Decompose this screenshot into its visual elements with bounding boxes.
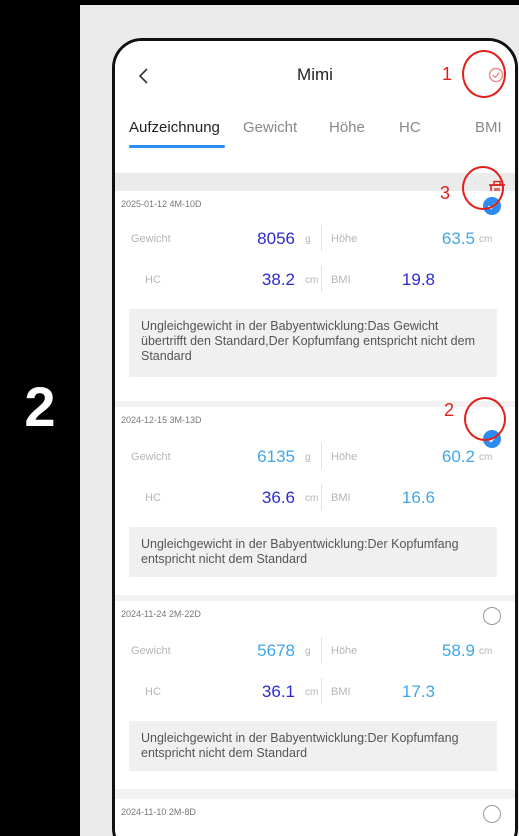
page-title: Mimi <box>297 65 333 84</box>
record-card[interactable]: 2024-11-24 2M-22D Gewicht 5678 g Höhe 58… <box>115 601 515 789</box>
annotation-ring <box>462 166 504 210</box>
height-unit: cm <box>479 646 493 657</box>
metric-divider <box>321 225 322 251</box>
weight-unit: g <box>305 234 311 245</box>
record-checkbox-unchecked[interactable] <box>483 805 501 823</box>
record-note: Ungleichgewicht in der Babyentwicklung:D… <box>129 721 497 771</box>
record-date: 2024-11-10 2M-8D <box>121 807 196 817</box>
weight-value: 8056 <box>257 229 295 248</box>
record-date: 2024-11-24 2M-22D <box>121 609 201 619</box>
tab-aufzeichnung[interactable]: Aufzeichnung <box>129 119 220 136</box>
annotation-ring <box>462 50 506 98</box>
tab-bar: Aufzeichnung Gewicht Höhe HC BMI <box>115 113 515 173</box>
weight-unit: g <box>305 646 311 657</box>
record-note: Ungleichgewicht in der Babyentwicklung:D… <box>129 309 497 377</box>
weight-value: 5678 <box>257 641 295 660</box>
metric-divider <box>321 484 322 510</box>
annotation-number-2: 2 <box>444 400 455 420</box>
top-bar: Mimi <box>115 41 515 113</box>
hc-value: 38.2 <box>261 270 295 289</box>
hc-value: 36.6 <box>261 488 295 507</box>
hc-label: HC <box>145 492 161 504</box>
record-note: Ungleichgewicht in der Babyentwicklung:D… <box>129 527 497 577</box>
weight-label: Gewicht <box>131 645 171 657</box>
phone-frame: Mimi Aufzeichnung Gewicht Höhe HC BMI 20… <box>112 38 518 836</box>
tab-bmi[interactable]: BMI <box>475 119 502 136</box>
metric-divider <box>321 443 322 469</box>
hc-unit: cm <box>305 275 319 286</box>
hc-label: HC <box>145 686 161 698</box>
metric-divider <box>321 678 322 704</box>
tab-hoehe[interactable]: Höhe <box>329 119 365 136</box>
active-tab-indicator <box>129 145 225 148</box>
weight-value: 6135 <box>257 447 295 466</box>
annotation-number-1: 1 <box>442 64 453 84</box>
tab-hc[interactable]: HC <box>399 119 421 136</box>
height-label: Höhe <box>331 645 358 657</box>
height-label: Höhe <box>331 451 358 463</box>
record-date: 2024-12-15 3M-13D <box>121 415 202 425</box>
hc-unit: cm <box>305 687 319 698</box>
height-value: 63.5 <box>441 229 475 248</box>
step-sidebar: 2 <box>0 0 80 836</box>
record-card[interactable]: 2024-12-15 3M-13D Gewicht 6135 g Höhe 60… <box>115 407 515 595</box>
bmi-value: 16.6 <box>401 488 435 507</box>
hc-value: 36.1 <box>261 682 295 701</box>
record-checkbox-unchecked[interactable] <box>483 607 501 625</box>
bmi-value: 19.8 <box>401 270 435 289</box>
height-value: 60.2 <box>441 447 475 466</box>
tab-gewicht[interactable]: Gewicht <box>243 119 297 136</box>
hc-unit: cm <box>305 493 319 504</box>
metric-divider <box>321 637 322 663</box>
hc-label: HC <box>145 274 161 286</box>
record-card[interactable]: 2024-11-10 2M-8D <box>115 799 515 836</box>
bmi-value: 17.3 <box>401 682 435 701</box>
height-label: Höhe <box>331 233 358 245</box>
page: 2 Mimi Aufzeichnung Gewicht Höhe HC BMI <box>0 0 519 836</box>
weight-label: Gewicht <box>131 233 171 245</box>
metric-divider <box>321 266 322 292</box>
record-date: 2025-01-12 4M-10D <box>121 199 202 209</box>
bmi-label: BMI <box>331 492 351 504</box>
annotation-number-3: 3 <box>440 183 451 203</box>
weight-unit: g <box>305 452 311 463</box>
annotation-ring <box>464 397 506 441</box>
record-card[interactable]: 2025-01-12 4M-10D Gewicht 8056 g Höhe 63… <box>115 191 515 401</box>
height-unit: cm <box>479 234 493 245</box>
bmi-label: BMI <box>331 274 351 286</box>
weight-label: Gewicht <box>131 451 171 463</box>
app-screen: Mimi Aufzeichnung Gewicht Höhe HC BMI 20… <box>115 41 515 836</box>
bmi-label: BMI <box>331 686 351 698</box>
step-number: 2 <box>24 375 56 438</box>
height-unit: cm <box>479 452 493 463</box>
height-value: 58.9 <box>441 641 475 660</box>
